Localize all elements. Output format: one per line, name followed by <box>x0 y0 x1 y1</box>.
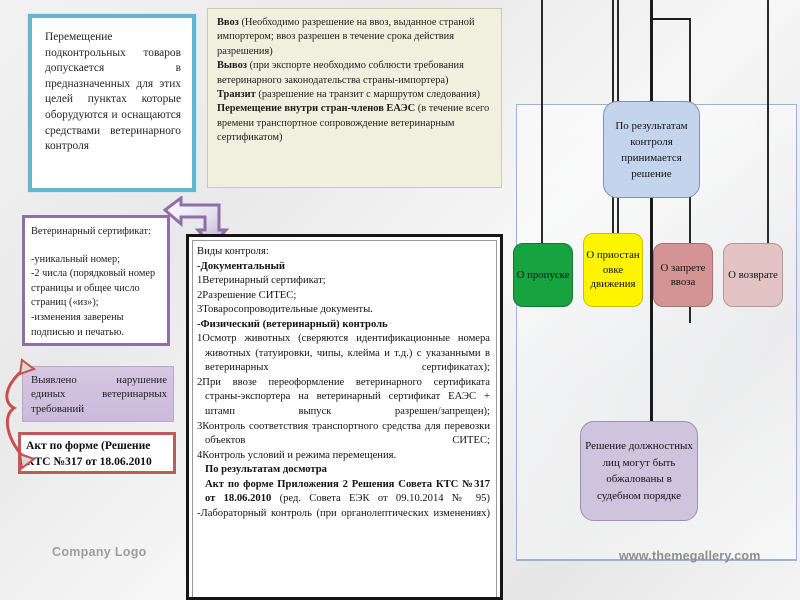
regime-term: Вывоз <box>217 60 247 72</box>
certificate-item: -2 числа (порядковый номер страницы и об… <box>31 268 156 309</box>
certificate-item: -уникальный номер; <box>31 253 121 265</box>
outcome-label-suspend: О приостан овке движения <box>586 249 640 291</box>
regime-term: Транзит <box>217 89 256 101</box>
act-form-text: Акт по форме (Решение КТС №317 от 18.06.… <box>26 439 154 468</box>
regime-term: Ввоз <box>217 17 239 28</box>
physical-item: 4Контроль условий и режима перемещения. <box>197 449 397 461</box>
inspection-act-rest: (ред. Совета ЕЭК от 09.10.2014 № 95) <box>271 493 490 505</box>
physical-item: 1Осмотр животных (сверяются идентификаци… <box>197 333 490 374</box>
outcome-box-ban: О запрете ввоза <box>653 243 713 307</box>
documentary-control-title: -Документальный <box>197 260 285 272</box>
outcome-label-return: О возврате <box>728 268 778 281</box>
outcome-label-pass: О пропуске <box>516 268 570 281</box>
certificate-title: Ветеринарный сертификат: <box>31 226 151 237</box>
connector-line-pass <box>541 0 543 245</box>
violation-detected-text: Выявлено нарушение единых ветеринарных т… <box>31 374 170 415</box>
control-heading: Виды контроля: <box>197 246 269 257</box>
physical-item: 3Контроль соответствия транспортного сре… <box>197 420 490 447</box>
company-logo: Company Logo <box>52 545 147 559</box>
inspection-results-title: По результатам досмотра <box>205 464 327 476</box>
regime-entry: Вывоз (при экспорте необходимо соблюсти … <box>217 59 492 88</box>
lab-control-item: -Лабораторный контроль (при органолептич… <box>197 507 490 519</box>
regime-entry: Перемещение внутри стран-членов ЕАЭС (в … <box>217 102 492 145</box>
regime-detail: (разрешение на транзит с маршрутом следо… <box>255 89 480 101</box>
violation-detected-box: Выявлено нарушение единых ветеринарных т… <box>22 366 174 422</box>
movement-requirements-box: Перемещение подконтрольных товаров допус… <box>28 14 196 192</box>
outcome-label-ban: О запрете ввоза <box>660 261 706 288</box>
act-form-box: Акт по форме (Решение КТС №317 от 18.06.… <box>18 432 176 474</box>
documentary-item: 2Разрешение СИТЕС; <box>197 289 297 301</box>
certificate-item: -изменения заверены подписью и печатью. <box>31 311 125 338</box>
control-types-box: Виды контроля: -Документальный 1Ветерина… <box>186 234 503 600</box>
slide-canvas: Перемещение подконтрольных товаров допус… <box>0 0 800 600</box>
outcome-box-return: О возврате <box>723 243 783 307</box>
physical-control-title: -Физический (ветеринарный) контроль <box>197 318 388 330</box>
regime-entry: Ввоз (Необходимо разрешение на ввоз, выд… <box>217 16 492 59</box>
documentary-item: 3Товаросопроводительные документы. <box>197 304 373 316</box>
connector-line-return <box>767 0 769 245</box>
veterinary-certificate-box: Ветеринарный сертификат: -уникальный ном… <box>22 215 170 346</box>
regime-detail: (при экспорте необходимо соблюсти требов… <box>217 60 464 86</box>
connector-line-ban-down <box>689 305 691 323</box>
appeal-box: Решение должностных лиц могут быть обжал… <box>580 421 698 521</box>
connector-bridge-ban <box>651 18 691 20</box>
documentary-item: 1Ветеринарный сертификат; <box>197 275 326 287</box>
control-types-content: Виды контроля: -Документальный 1Ветерина… <box>192 240 497 597</box>
inspection-act: Акт по форме Приложения 2 Решения Совета… <box>197 478 490 507</box>
decision-result-text: По результатам контроля принимается реше… <box>615 119 688 180</box>
movement-requirements-text: Перемещение подконтрольных товаров допус… <box>35 21 189 185</box>
physical-item: 2При ввозе переоформление ветеринарного … <box>197 376 490 418</box>
appeal-text: Решение должностных лиц могут быть обжал… <box>585 440 693 502</box>
red-curved-arrow-icon <box>5 358 36 470</box>
decision-result-box: По результатам контроля принимается реше… <box>603 101 700 198</box>
connector-line-appeal <box>650 305 653 423</box>
regime-detail: (Необходимо разрешение на ввоз, выданное… <box>217 17 475 57</box>
regime-term: Перемещение внутри стран-членов ЕАЭС <box>217 103 416 115</box>
site-url: www.themegallery.com <box>619 549 761 563</box>
outcome-box-suspend: О приостан овке движения <box>583 233 643 307</box>
regime-entry: Транзит (разрешение на транзит с маршрут… <box>217 88 492 102</box>
transport-regimes-box: Ввоз (Необходимо разрешение на ввоз, выд… <box>207 8 502 188</box>
outcome-box-pass: О пропуске <box>513 243 573 307</box>
